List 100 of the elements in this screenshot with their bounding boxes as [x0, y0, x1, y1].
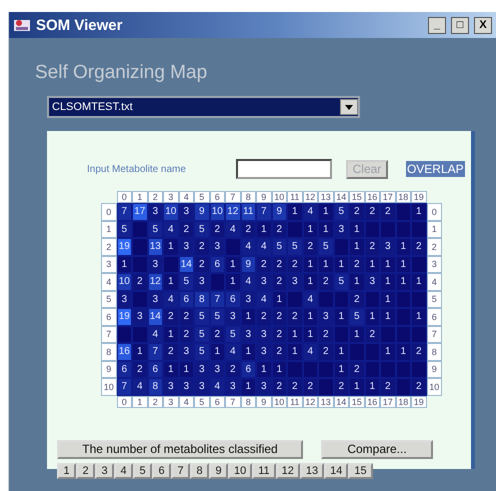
map-cell [334, 238, 349, 256]
page-tab[interactable]: 8 [190, 462, 209, 478]
map-cell: 3 [256, 378, 272, 396]
row-header: 7 [101, 326, 116, 343]
map-cell: 2 [334, 378, 349, 396]
minimize-button[interactable]: _ [428, 16, 446, 34]
page-tab[interactable]: 7 [171, 462, 190, 478]
map-cell: 10 [116, 273, 132, 290]
file-dropdown[interactable]: CLSOMTEST.txt [47, 96, 360, 118]
map-cell: 2 [194, 256, 210, 273]
maximize-button[interactable]: □ [451, 16, 469, 34]
map-cell: 5 [194, 343, 210, 360]
map-cell: 3 [178, 238, 194, 256]
map-cell [287, 220, 302, 238]
page-tab[interactable]: 3 [95, 462, 114, 478]
column-header: 3 [163, 191, 178, 203]
map-cell: 5 [225, 326, 240, 343]
row-header: 4 [426, 273, 442, 290]
map-cell: 3 [225, 308, 240, 326]
map-cell: 3 [256, 343, 272, 360]
map-cell: 1 [163, 273, 178, 290]
map-cell: 1 [349, 326, 364, 343]
map-cell: 1 [380, 290, 396, 308]
column-header: 18 [396, 191, 411, 203]
map-cell [380, 220, 396, 238]
map-cell: 12 [225, 203, 240, 220]
map-cell: 2 [349, 360, 364, 378]
page-tab[interactable]: 11 [252, 462, 276, 478]
map-cell: 1 [302, 308, 318, 326]
column-header: 11 [287, 396, 302, 408]
page-tab[interactable]: 5 [133, 462, 152, 478]
map-cell: 2 [302, 378, 318, 396]
row-header: 9 [101, 360, 116, 378]
map-cell: 1 [349, 238, 364, 256]
page-tab[interactable]: 15 [348, 462, 373, 478]
map-cell: 1 [411, 273, 426, 290]
map-cell: 10 [210, 203, 225, 220]
column-header: 17 [380, 191, 396, 203]
map-cell: 11 [240, 203, 256, 220]
column-header: 16 [364, 191, 380, 203]
column-header: 13 [318, 191, 334, 203]
map-cell: 1 [349, 220, 364, 238]
count-button[interactable]: The number of metabolites classified [57, 440, 303, 458]
map-cell: 2 [349, 256, 364, 273]
row-header: 3 [101, 256, 116, 273]
page-tab[interactable]: 12 [276, 462, 300, 478]
map-cell: 4 [302, 343, 318, 360]
map-cell: 5 [318, 238, 334, 256]
map-cell: 3 [194, 378, 210, 396]
page-tab[interactable]: 10 [228, 462, 252, 478]
row-header: 5 [101, 290, 116, 308]
column-header: 14 [334, 191, 349, 203]
map-cell: 5 [194, 220, 210, 238]
map-cell: 5 [194, 326, 210, 343]
page-tab[interactable]: 6 [152, 462, 171, 478]
map-cell [411, 290, 426, 308]
row-header: 10 [101, 378, 116, 396]
page-tab[interactable]: 2 [76, 462, 95, 478]
page-tab[interactable]: 13 [300, 462, 324, 478]
caret-icon[interactable] [340, 99, 358, 115]
row-header: 6 [426, 308, 442, 326]
map-cell: 2 [411, 238, 426, 256]
map-cell [411, 220, 426, 238]
map-cell: 1 [240, 343, 256, 360]
map-cell: 19 [116, 238, 132, 256]
page-tab[interactable]: 9 [209, 462, 228, 478]
row-header: 6 [101, 308, 116, 326]
map-cell: 2 [318, 326, 334, 343]
map-cell: 2 [272, 343, 287, 360]
map-cell: 1 [318, 203, 334, 220]
map-cell [411, 256, 426, 273]
map-cell: 1 [240, 378, 256, 396]
map-cell: 4 [225, 220, 240, 238]
column-header: 5 [194, 396, 210, 408]
map-cell: 1 [380, 343, 396, 360]
map-cell: 4 [240, 238, 256, 256]
map-cell: 2 [318, 343, 334, 360]
page-tab[interactable]: 4 [114, 462, 133, 478]
map-cell: 3 [256, 326, 272, 343]
map-cell: 2 [287, 256, 302, 273]
column-header: 0 [116, 396, 132, 408]
compare-button[interactable]: Compare... [321, 440, 433, 458]
map-cell: 3 [194, 273, 210, 290]
page-tab[interactable]: 14 [324, 462, 348, 478]
column-header: 7 [225, 191, 240, 203]
map-cell: 1 [287, 343, 302, 360]
close-button[interactable]: X [474, 16, 492, 34]
field-label: Input Metabolite name [87, 164, 186, 174]
map-cell: 8 [148, 378, 163, 396]
map-cell: 2 [380, 203, 396, 220]
map-cell: 12 [148, 273, 163, 290]
map-cell: 1 [318, 256, 334, 273]
map-cell: 2 [225, 360, 240, 378]
column-header: 9 [256, 191, 272, 203]
map-cell: 4 [225, 343, 240, 360]
page-tab[interactable]: 1 [57, 462, 76, 478]
map-cell: 1 [210, 343, 225, 360]
input-field[interactable] [236, 159, 332, 179]
heading: Self Organizing Map [35, 62, 208, 84]
row-header: 0 [426, 203, 442, 220]
